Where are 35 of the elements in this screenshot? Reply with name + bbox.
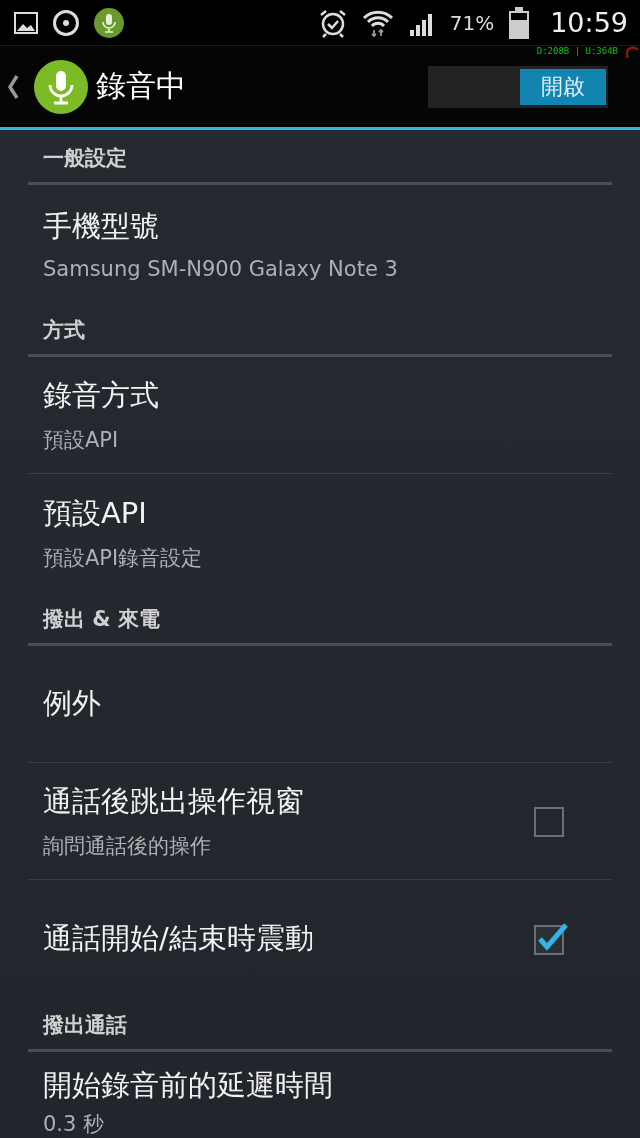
setting-summary: Samsung SM-N900 Galaxy Note 3 bbox=[43, 256, 399, 281]
setting-title: 通話後跳出操作視窗 bbox=[43, 783, 305, 820]
setting-summary: 預設API bbox=[43, 427, 120, 454]
arc-icon bbox=[626, 46, 640, 58]
setting-row[interactable]: 錄音方式 預設API bbox=[28, 357, 612, 474]
battery-icon bbox=[508, 6, 531, 39]
section-header: 方式 bbox=[43, 317, 85, 344]
setting-row[interactable]: 例外 bbox=[28, 646, 612, 763]
gallery-icon bbox=[14, 11, 38, 34]
network-traffic-text: D:208B | U:364B bbox=[536, 46, 618, 56]
setting-summary: 預設API錄音設定 bbox=[43, 544, 204, 572]
section-header: 一般設定 bbox=[43, 145, 127, 172]
setting-title: 手機型號 bbox=[43, 207, 160, 245]
setting-title: 通話開始/結束時震動 bbox=[43, 919, 315, 957]
setting-row[interactable]: 開始錄音前的延遲時間 0.3 秒 bbox=[28, 1052, 612, 1138]
app-title: 錄音中 bbox=[96, 67, 187, 105]
clock-time: 10:59 bbox=[550, 7, 628, 38]
microphone-icon bbox=[94, 7, 124, 38]
setting-row[interactable]: 通話開始/結束時震動 bbox=[28, 880, 612, 997]
toggle-switch[interactable]: 開啟 bbox=[428, 65, 608, 108]
setting-title: 例外 bbox=[43, 685, 102, 722]
battery-level-text: 71% bbox=[449, 10, 495, 35]
setting-title: 錄音方式 bbox=[43, 377, 160, 414]
checkbox[interactable] bbox=[533, 921, 569, 956]
setting-summary: 0.3 秒 bbox=[43, 1111, 106, 1138]
section-header: 撥出 & 來電 bbox=[43, 606, 160, 633]
app-microphone-icon bbox=[34, 59, 88, 114]
setting-row[interactable]: 預設API 預設API錄音設定 bbox=[28, 474, 612, 591]
setting-title: 開始錄音前的延遲時間 bbox=[43, 1067, 334, 1104]
setting-row[interactable]: 通話後跳出操作視窗 詢問通話後的操作 bbox=[28, 763, 612, 880]
target-icon bbox=[52, 8, 80, 37]
setting-title: 預設API bbox=[43, 494, 148, 532]
setting-row[interactable]: 手機型號 Samsung SM-N900 Galaxy Note 3 bbox=[28, 185, 612, 302]
setting-summary: 詢問通話後的操作 bbox=[43, 833, 212, 860]
section-header: 撥出通話 bbox=[43, 1012, 127, 1039]
